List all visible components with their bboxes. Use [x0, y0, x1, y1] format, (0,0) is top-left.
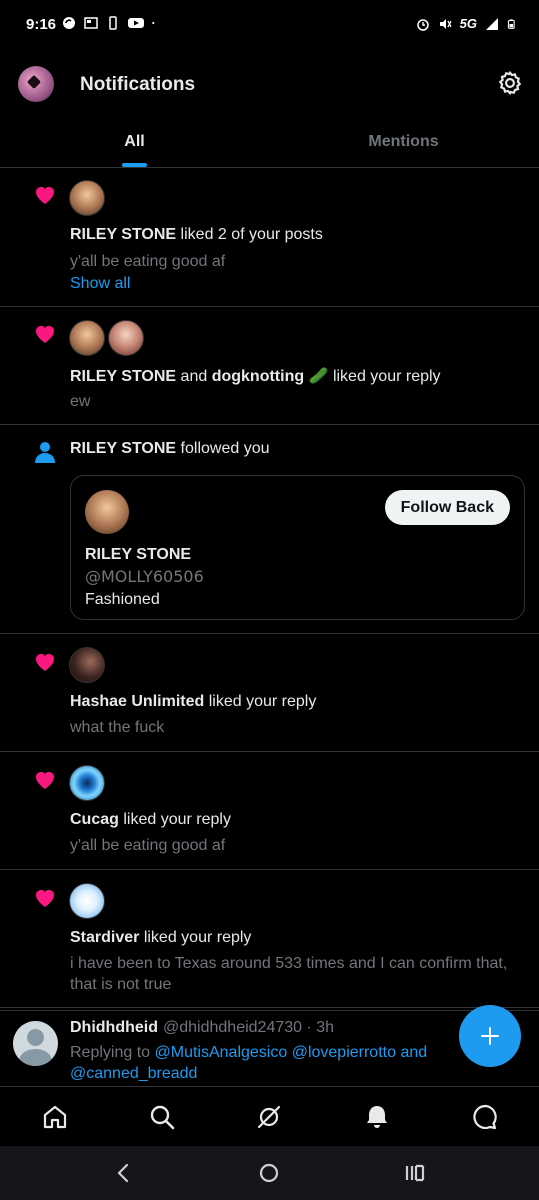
notification-item[interactable]: Stardiver liked your reply i have been t…: [0, 870, 539, 1008]
notification-feed: RILEY STONE liked 2 of your posts y'all …: [0, 168, 539, 1008]
notification-excerpt: y'all be eating good af: [70, 837, 226, 854]
reply-author-name[interactable]: Dhidhdheid: [70, 1019, 158, 1037]
follower-avatar[interactable]: [85, 490, 129, 534]
default-avatar[interactable]: [13, 1021, 58, 1066]
status-time: 9:16: [26, 16, 57, 33]
notification-action: liked your reply: [328, 368, 441, 385]
notification-action: liked 2 of your posts: [176, 226, 323, 243]
status-system-icons: 5G: [416, 16, 517, 31]
notification-excerpt: what the fuck: [70, 719, 165, 736]
alarm-icon: [416, 18, 429, 31]
phone-icon: [109, 16, 117, 30]
actor2-name[interactable]: dogknotting: [212, 368, 304, 385]
mention-connector: and: [396, 1044, 428, 1061]
notification-text: Cucag liked your reply: [70, 811, 231, 829]
mention-link[interactable]: @canned_breadd: [70, 1065, 197, 1083]
actor-avatar[interactable]: [69, 765, 105, 801]
notification-action: liked your reply: [139, 929, 252, 946]
emoji: 🥒: [308, 368, 329, 385]
actor-avatar[interactable]: [69, 320, 105, 356]
notification-item[interactable]: Hashae Unlimited liked your reply what t…: [0, 634, 539, 752]
follow-back-button[interactable]: Follow Back: [384, 490, 510, 525]
actor-avatar[interactable]: [108, 320, 144, 356]
reply-notification[interactable]: Dhidhdheid @dhidhdheid24730 · 3h Replyin…: [0, 1010, 539, 1086]
signal-icon: [486, 17, 498, 30]
notification-excerpt: i have been to Texas around 533 times an…: [70, 955, 508, 972]
tab-mentions[interactable]: Mentions: [269, 118, 538, 168]
follower-name[interactable]: RILEY STONE: [85, 546, 191, 564]
heart-icon: [36, 326, 54, 343]
actor-avatar[interactable]: [69, 883, 105, 919]
actor-name[interactable]: Cucag: [70, 811, 119, 828]
page-title: Notifications: [80, 74, 196, 95]
notification-tabs: All Mentions: [0, 118, 539, 168]
heart-icon: [36, 187, 54, 204]
actor-name[interactable]: Hashae Unlimited: [70, 693, 204, 710]
follower-bio: Fashioned: [85, 591, 160, 608]
reply-handle: @dhidhdheid24730: [163, 1019, 303, 1036]
notification-text: RILEY STONE and dogknotting 🥒 liked your…: [70, 366, 441, 386]
actor-name[interactable]: Stardiver: [70, 929, 139, 946]
notification-item-follow[interactable]: RILEY STONE followed you Follow Back RIL…: [0, 425, 539, 634]
replying-prefix: Replying to: [70, 1044, 155, 1061]
battery-icon: [507, 18, 515, 29]
sync-icon: [63, 17, 75, 29]
grok-icon[interactable]: [255, 1103, 283, 1131]
status-bar: 9:16 5G: [0, 0, 539, 52]
notification-action: followed you: [176, 440, 270, 457]
messages-icon[interactable]: [471, 1103, 499, 1131]
dot-icon: [152, 21, 155, 25]
actor-name[interactable]: RILEY STONE: [70, 226, 176, 243]
mention-link[interactable]: @MutisAnalgesico: [155, 1044, 288, 1061]
system-navigation-bar: [0, 1146, 539, 1200]
compose-button[interactable]: [459, 1005, 521, 1067]
network-type: 5G: [459, 16, 477, 31]
show-all-link[interactable]: Show all: [70, 275, 130, 293]
notification-action: liked your reply: [118, 811, 231, 828]
tab-all[interactable]: All: [0, 118, 269, 168]
replying-to: Replying to @MutisAnalgesico @lovepierro…: [70, 1044, 427, 1062]
reply-meta: @dhidhdheid24730 · 3h: [163, 1019, 334, 1037]
follower-handle: @MOLLY60506: [85, 567, 204, 586]
notification-text: Hashae Unlimited liked your reply: [70, 693, 316, 711]
actor-avatar[interactable]: [69, 647, 105, 683]
news-icon: [84, 17, 98, 29]
heart-icon: [36, 890, 54, 907]
search-icon[interactable]: [148, 1103, 176, 1131]
notification-item[interactable]: RILEY STONE liked 2 of your posts y'all …: [0, 168, 539, 307]
actor-avatar[interactable]: [69, 180, 105, 216]
settings-gear-icon[interactable]: [497, 70, 523, 96]
actor-name[interactable]: RILEY STONE: [70, 440, 176, 457]
recents-icon[interactable]: [403, 1161, 427, 1185]
notification-connector: and: [176, 368, 212, 385]
reply-time: · 3h: [302, 1019, 335, 1036]
notification-excerpt: ew: [70, 393, 91, 410]
notification-text: RILEY STONE followed you: [70, 440, 270, 458]
bell-icon[interactable]: [363, 1103, 391, 1131]
notification-item[interactable]: Cucag liked your reply y'all be eating g…: [0, 752, 539, 870]
notification-text: RILEY STONE liked 2 of your posts: [70, 226, 323, 244]
actor-name[interactable]: RILEY STONE: [70, 368, 176, 385]
person-icon: [35, 442, 55, 463]
mute-icon: [439, 18, 452, 29]
status-notification-icons: [62, 16, 158, 30]
notification-item[interactable]: RILEY STONE and dogknotting 🥒 liked your…: [0, 307, 539, 425]
app-header: Notifications: [0, 52, 539, 118]
profile-avatar-button[interactable]: [18, 66, 54, 102]
active-tab-indicator: [122, 163, 147, 167]
notification-excerpt: y'all be eating good af: [70, 253, 226, 270]
home-circle-icon[interactable]: [257, 1161, 281, 1185]
home-icon[interactable]: [41, 1103, 69, 1131]
follow-user-card[interactable]: Follow Back RILEY STONE @MOLLY60506 Fash…: [70, 475, 525, 620]
youtube-icon: [128, 18, 144, 28]
mention-link[interactable]: @lovepierrotto: [292, 1044, 396, 1061]
notification-action: liked your reply: [204, 693, 317, 710]
back-icon[interactable]: [112, 1161, 136, 1185]
bottom-navigation: [0, 1086, 539, 1146]
notification-text: Stardiver liked your reply: [70, 929, 251, 947]
heart-icon: [36, 772, 54, 789]
notification-excerpt-cont: that is not true: [70, 976, 172, 993]
heart-icon: [36, 654, 54, 671]
